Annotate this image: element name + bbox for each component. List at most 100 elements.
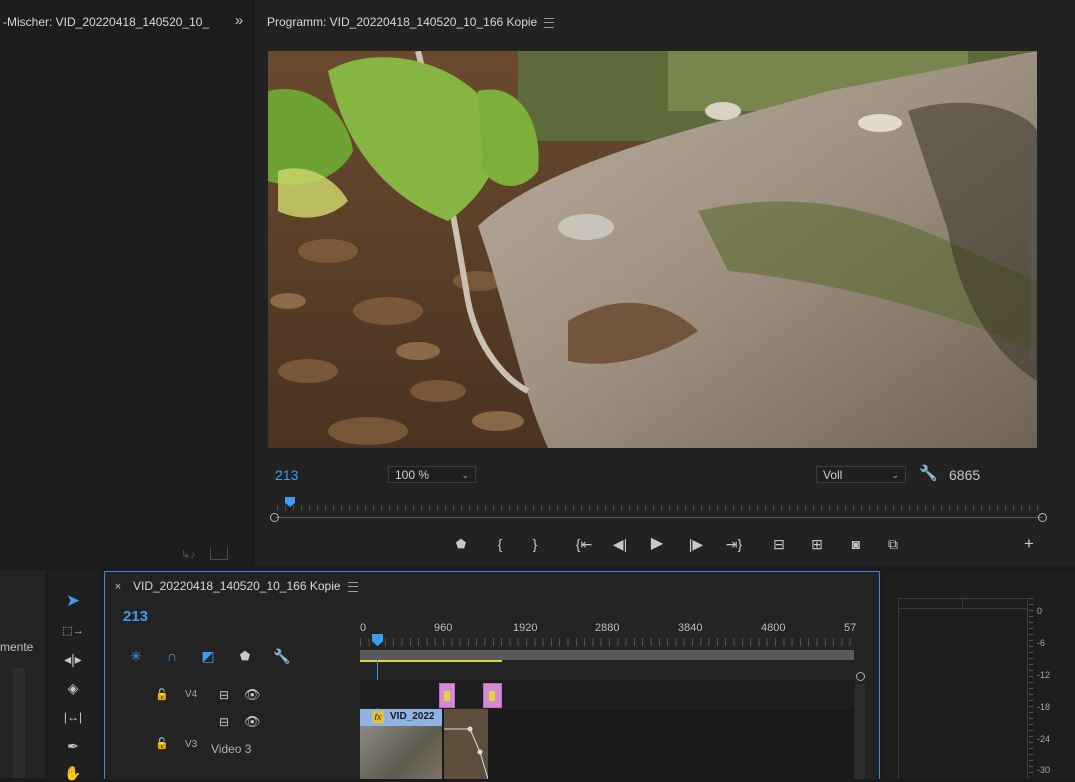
playback-ruler[interactable] bbox=[277, 497, 1045, 515]
work-area-bar[interactable] bbox=[360, 650, 854, 660]
timeline-menu-icon[interactable] bbox=[348, 582, 358, 592]
clip-label: VID_2022 bbox=[390, 711, 435, 722]
step-forward-button[interactable]: |▶ bbox=[687, 535, 705, 553]
clip-video[interactable]: fx VID_2022 bbox=[360, 709, 442, 779]
clip-thumbnail bbox=[360, 726, 442, 779]
track-label-v3: Video 3 bbox=[211, 742, 252, 756]
export-icon[interactable] bbox=[210, 547, 228, 560]
ruler-label: 960 bbox=[434, 622, 453, 634]
timeline-panel: × VID_20220418_140520_10_166 Kopie 213 ✳… bbox=[104, 571, 880, 779]
add-marker-icon[interactable]: ⬟ bbox=[236, 647, 254, 665]
close-icon[interactable]: × bbox=[112, 578, 124, 596]
db-label: 0 bbox=[1037, 606, 1043, 616]
keyframe-line bbox=[444, 726, 488, 779]
clip-v4-a-inner bbox=[444, 691, 450, 701]
timeline-scroll-handle[interactable] bbox=[856, 672, 865, 681]
video-frame-image bbox=[268, 51, 1037, 448]
ruler-label: 2880 bbox=[595, 622, 620, 634]
mark-in-button[interactable]: { bbox=[491, 535, 509, 553]
step-back-button[interactable]: ◀| bbox=[611, 535, 629, 553]
clip-video-b[interactable] bbox=[444, 709, 488, 779]
ruler-ticks bbox=[277, 505, 1045, 511]
ruler-label: 1920 bbox=[513, 622, 538, 634]
track-name-v3: V3 bbox=[185, 739, 198, 750]
selection-tool-icon[interactable]: ➤ bbox=[63, 592, 83, 610]
scrub-start-handle[interactable] bbox=[270, 513, 279, 522]
clip-v4-a[interactable] bbox=[439, 683, 455, 708]
project-panel-label: mente bbox=[0, 640, 34, 654]
comparison-view-button[interactable]: ⧉ bbox=[882, 535, 904, 553]
hand-tool-icon[interactable]: ✋ bbox=[63, 764, 83, 782]
clip-header: fx VID_2022 bbox=[360, 709, 442, 726]
project-panel-scrollbar[interactable] bbox=[13, 668, 25, 778]
track-lane-v4 bbox=[360, 680, 854, 708]
source-panel: -Mischer: VID_20220418_140520_10_ » ↳♪ bbox=[0, 0, 252, 566]
mark-out-button[interactable]: } bbox=[526, 535, 544, 553]
video-frame[interactable] bbox=[268, 51, 1037, 448]
ruler-label: 4800 bbox=[761, 622, 786, 634]
ruler-label: 57 bbox=[844, 622, 857, 634]
nest-icon[interactable]: ✳ bbox=[127, 647, 145, 665]
eye-icon[interactable]: 👁 bbox=[244, 686, 261, 704]
program-monitor: Programm: VID_20220418_140520_10_166 Kop… bbox=[255, 0, 1075, 566]
extract-button[interactable]: ⊞ bbox=[806, 535, 828, 553]
sync-lock-icon[interactable]: ⊟ bbox=[216, 713, 232, 731]
duration-timecode: 6865 bbox=[949, 467, 981, 483]
snap-icon[interactable]: ∩ bbox=[163, 647, 181, 665]
go-to-out-button[interactable]: ⇥} bbox=[723, 535, 745, 553]
quality-select[interactable]: Voll ⌄ bbox=[816, 466, 906, 483]
double-chevron-right-icon[interactable]: » bbox=[230, 12, 248, 30]
quality-value: Voll bbox=[823, 468, 843, 482]
panel-menu-icon[interactable] bbox=[544, 18, 554, 28]
audio-meter-divider bbox=[962, 598, 963, 608]
ruler-label: 0 bbox=[360, 622, 367, 634]
scrub-end-handle[interactable] bbox=[1038, 513, 1047, 522]
slip-tool-icon[interactable]: |↔| bbox=[61, 708, 85, 726]
db-label: -6 bbox=[1037, 638, 1046, 648]
track-name-v4: V4 bbox=[185, 689, 198, 700]
tools-panel: ➤ ⬚→ ◂|▸ ◈ |↔| ✒ ✋ bbox=[48, 570, 100, 781]
timeline-tab-title[interactable]: VID_20220418_140520_10_166 Kopie bbox=[133, 579, 341, 593]
timeline-timecode[interactable]: 213 bbox=[123, 608, 148, 625]
pen-tool-icon[interactable]: ✒ bbox=[63, 737, 83, 755]
work-area-in-range bbox=[360, 660, 502, 662]
db-label: -18 bbox=[1037, 702, 1051, 712]
db-label: -12 bbox=[1037, 670, 1051, 680]
timeline-ruler[interactable]: 0 960 1920 2880 3840 4800 57 bbox=[360, 618, 856, 664]
add-button[interactable]: + bbox=[1020, 535, 1038, 553]
eye-icon[interactable]: 👁 bbox=[244, 713, 261, 731]
go-to-in-button[interactable]: {⇤ bbox=[573, 535, 595, 553]
program-monitor-title[interactable]: Programm: VID_20220418_140520_10_166 Kop… bbox=[267, 15, 537, 29]
export-frame-button[interactable]: ◙ bbox=[847, 535, 865, 553]
audio-meter-scale bbox=[1029, 598, 1033, 778]
clip-v4-b[interactable] bbox=[483, 683, 502, 708]
wrench-icon[interactable]: 🔧 bbox=[919, 465, 938, 483]
lift-button[interactable]: ⊟ bbox=[768, 535, 790, 553]
zoom-select[interactable]: 100 % ⌄ bbox=[388, 466, 476, 483]
play-button[interactable]: ▶ bbox=[648, 535, 666, 553]
ripple-edit-tool-icon[interactable]: ◂|▸ bbox=[63, 650, 83, 668]
audio-meter-frame bbox=[898, 598, 1028, 779]
lock-icon[interactable]: 🔓 bbox=[155, 735, 169, 753]
sync-lock-icon[interactable]: ⊟ bbox=[216, 686, 232, 704]
clip-v4-b-inner bbox=[489, 691, 495, 701]
lock-icon[interactable]: 🔓 bbox=[155, 686, 169, 704]
fx-badge: fx bbox=[372, 711, 384, 723]
ruler-label: 3840 bbox=[678, 622, 703, 634]
scrub-bar[interactable] bbox=[275, 517, 1043, 518]
chevron-down-icon: ⌄ bbox=[461, 470, 469, 480]
timeline-vertical-scrollbar[interactable] bbox=[855, 684, 865, 779]
program-timecode[interactable]: 213 bbox=[275, 467, 298, 483]
project-panel: mente bbox=[0, 570, 45, 778]
db-label: -24 bbox=[1037, 734, 1051, 744]
razor-tool-icon[interactable]: ◈ bbox=[63, 679, 83, 697]
timeline-settings-icon[interactable]: 🔧 bbox=[273, 647, 291, 665]
track-select-tool-icon[interactable]: ⬚→ bbox=[62, 622, 84, 640]
add-marker-button[interactable]: ⬟ bbox=[452, 535, 470, 553]
ruler-ticks bbox=[360, 638, 856, 646]
chevron-down-icon: ⌄ bbox=[891, 470, 899, 480]
linked-selection-icon[interactable]: ◩ bbox=[199, 647, 217, 665]
insert-audio-icon[interactable]: ↳♪ bbox=[181, 548, 196, 561]
source-panel-title[interactable]: -Mischer: VID_20220418_140520_10_ bbox=[3, 15, 209, 29]
zoom-value: 100 % bbox=[395, 468, 430, 482]
